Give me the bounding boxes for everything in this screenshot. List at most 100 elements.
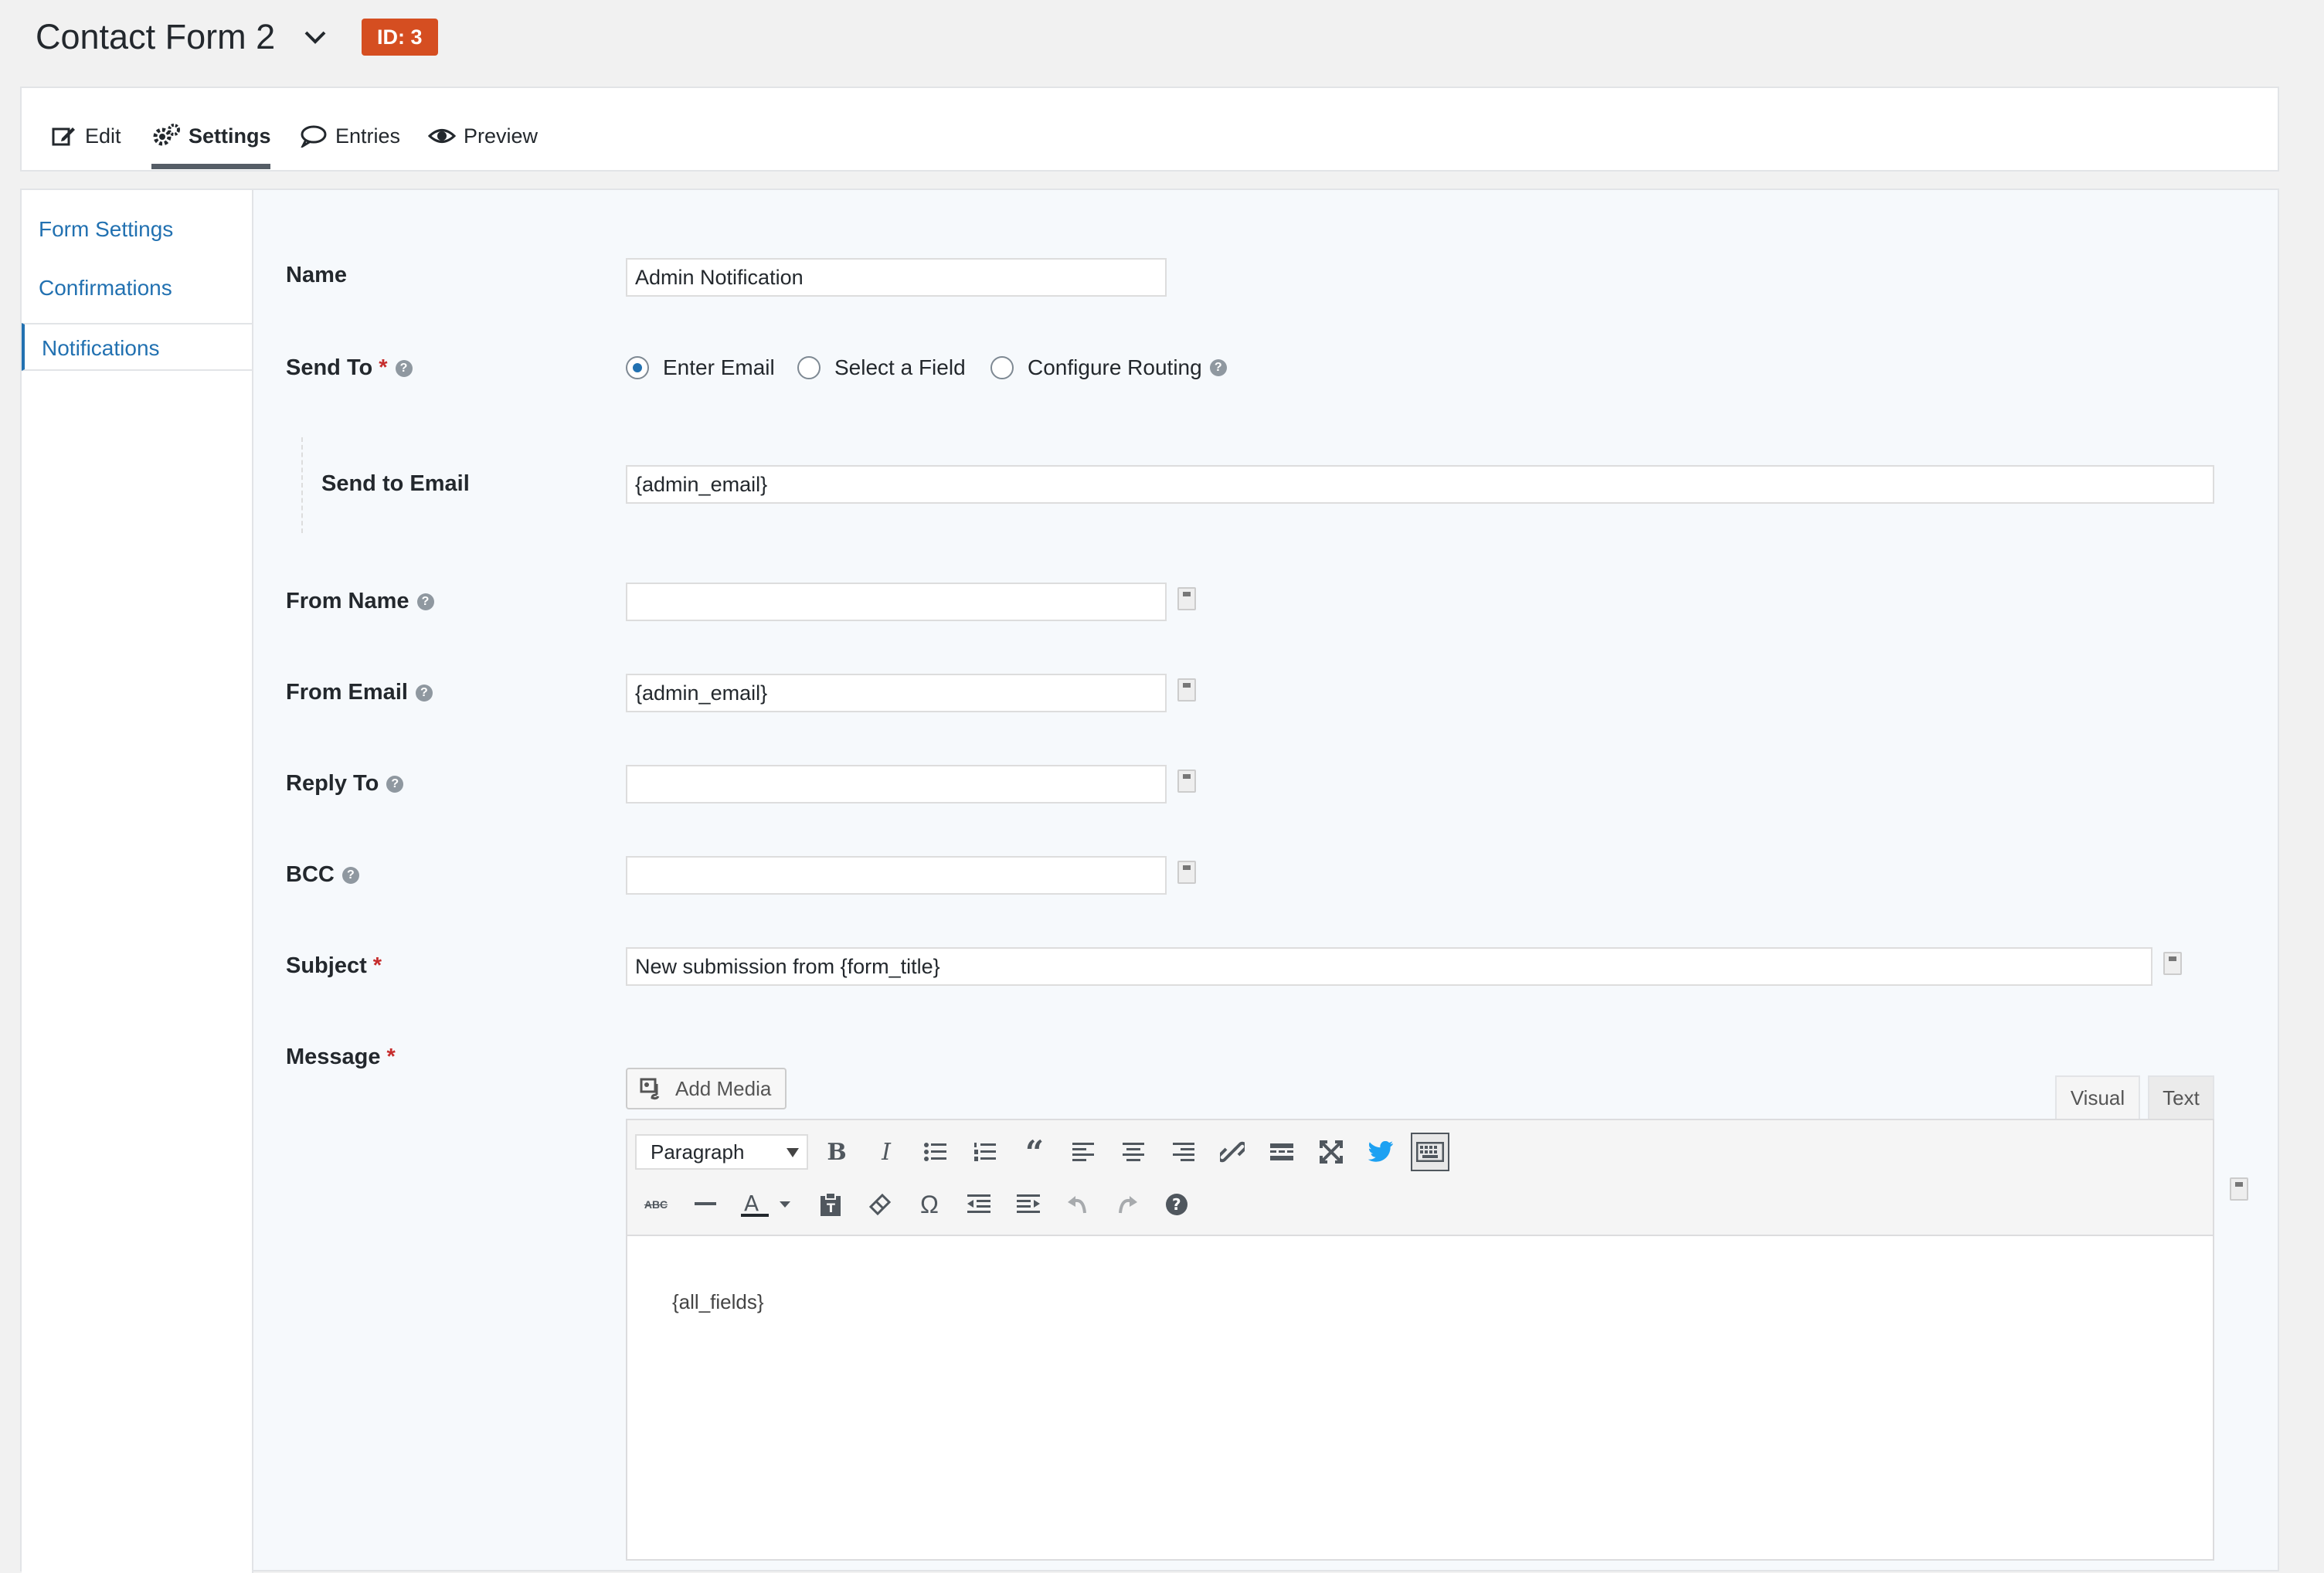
clear-formatting-icon[interactable] [861, 1185, 899, 1224]
align-right-icon[interactable] [1164, 1133, 1202, 1171]
fullscreen-icon[interactable] [1312, 1133, 1351, 1171]
send-to-email-input[interactable] [626, 465, 2214, 504]
subject-input[interactable] [626, 947, 2152, 986]
radio-label: Enter Email [663, 355, 775, 379]
indent-icon[interactable] [1009, 1185, 1048, 1224]
help-icon[interactable]: ? [415, 684, 433, 702]
outdent-icon[interactable] [960, 1185, 998, 1224]
send-to-label-text: Send To [286, 355, 373, 380]
italic-icon[interactable]: I [867, 1133, 905, 1171]
indent-guide [301, 437, 303, 533]
svg-text:T: T [827, 1201, 835, 1215]
sidebar-item-confirmations[interactable]: Confirmations [22, 264, 252, 312]
send-to-label: Send To * ? [286, 355, 413, 381]
form-id-badge: ID: 3 [362, 19, 438, 56]
form-title: Contact Form 2 [36, 17, 276, 56]
tab-label: Edit [85, 124, 121, 148]
numbered-list-icon[interactable] [966, 1133, 1004, 1171]
help-icon[interactable]: ? [1157, 1185, 1196, 1224]
editor-tab-visual[interactable]: Visual [2055, 1075, 2140, 1119]
radio-label: Configure Routing [1028, 355, 1202, 379]
tab-edit[interactable]: Edit [51, 117, 121, 155]
send-to-email-label: Send to Email [321, 471, 470, 497]
required-mark: * [379, 355, 388, 380]
smart-tags-icon[interactable] [1177, 587, 1196, 610]
help-icon[interactable]: ? [341, 866, 359, 884]
editor-tab-text[interactable]: Text [2148, 1075, 2214, 1119]
from-name-label: From Name ? [286, 589, 434, 614]
name-label: Name [286, 263, 347, 288]
bcc-input[interactable] [626, 856, 1167, 895]
message-label: Message * [286, 1045, 396, 1070]
smart-tags-icon[interactable] [1177, 770, 1196, 793]
add-media-label: Add Media [675, 1076, 772, 1100]
required-mark: * [386, 1045, 396, 1069]
read-more-icon[interactable] [1262, 1133, 1301, 1171]
required-mark: * [372, 953, 382, 978]
blockquote-icon[interactable]: “ [1015, 1133, 1054, 1171]
radio-select-field[interactable]: Select a Field [797, 355, 966, 380]
reply-to-input[interactable] [626, 765, 1167, 803]
name-label-text: Name [286, 263, 347, 287]
sidebar-item-form-settings[interactable] [22, 396, 252, 443]
smart-tags-icon[interactable] [1177, 678, 1196, 702]
format-select[interactable]: Paragraph [635, 1134, 808, 1170]
smart-tags-icon[interactable] [2230, 1177, 2248, 1201]
bcc-label-text: BCC [286, 862, 335, 887]
reply-to-label: Reply To ? [286, 771, 404, 797]
redo-icon[interactable] [1108, 1185, 1147, 1224]
from-email-label: From Email ? [286, 680, 433, 705]
from-name-label-text: From Name [286, 589, 409, 613]
strikethrough-icon[interactable]: ABC [637, 1185, 675, 1224]
align-center-icon[interactable] [1114, 1133, 1153, 1171]
keyboard-icon[interactable] [1411, 1133, 1449, 1171]
radio-enter-email[interactable]: Enter Email [626, 355, 775, 380]
tab-preview[interactable]: Preview [428, 117, 538, 155]
gear-icon [153, 124, 180, 146]
radio-label: Select a Field [834, 355, 966, 379]
help-icon[interactable]: ? [1209, 359, 1227, 376]
radio-unchecked-icon [797, 356, 821, 379]
subject-label: Subject * [286, 953, 382, 979]
smart-tags-icon[interactable] [2163, 952, 2182, 975]
bullet-list-icon[interactable] [916, 1133, 955, 1171]
svg-text:A: A [744, 1191, 759, 1216]
dropdown-arrow-icon [787, 1148, 799, 1157]
tab-label: Entries [335, 124, 401, 148]
twitter-icon[interactable] [1361, 1133, 1400, 1171]
from-name-input[interactable] [626, 583, 1167, 621]
svg-text:?: ? [1172, 1195, 1181, 1214]
radio-configure-routing[interactable]: Configure Routing ? [990, 355, 1227, 380]
reply-to-label-text: Reply To [286, 771, 379, 796]
radio-unchecked-icon [990, 356, 1014, 379]
align-left-icon[interactable] [1065, 1133, 1103, 1171]
active-tab-indicator [151, 164, 270, 169]
eye-icon [428, 129, 456, 143]
help-icon[interactable]: ? [386, 775, 404, 793]
horizontal-line-icon[interactable] [686, 1185, 725, 1224]
from-email-input[interactable] [626, 674, 1167, 712]
paste-text-icon[interactable]: T [811, 1185, 850, 1224]
link-icon[interactable] [1213, 1133, 1252, 1171]
sidebar-item-notifications[interactable]: Notifications [22, 323, 252, 371]
from-email-label-text: From Email [286, 680, 408, 705]
editor-content[interactable]: {all_fields} [672, 1290, 764, 1314]
help-icon[interactable]: ? [395, 359, 413, 377]
special-character-icon[interactable]: Ω [910, 1185, 949, 1224]
chevron-down-icon[interactable] [300, 22, 331, 53]
help-icon[interactable]: ? [416, 593, 434, 610]
send-to-email-label-text: Send to Email [321, 471, 470, 496]
add-media-button[interactable]: Add Media [626, 1068, 787, 1109]
message-label-text: Message [286, 1045, 381, 1069]
name-input[interactable] [626, 258, 1167, 297]
text-color-icon[interactable]: A [736, 1185, 797, 1224]
sidebar-item-form-settings[interactable]: Form Settings [22, 206, 252, 253]
tab-settings[interactable]: Settings [151, 117, 271, 155]
bold-icon[interactable]: B [817, 1133, 856, 1171]
editor-body[interactable] [626, 1236, 2214, 1561]
smart-tags-icon[interactable] [1177, 861, 1196, 884]
bcc-label: BCC ? [286, 862, 359, 888]
tab-entries[interactable]: Entries [300, 117, 400, 155]
undo-icon[interactable] [1058, 1185, 1097, 1224]
tab-label: Settings [189, 124, 271, 148]
